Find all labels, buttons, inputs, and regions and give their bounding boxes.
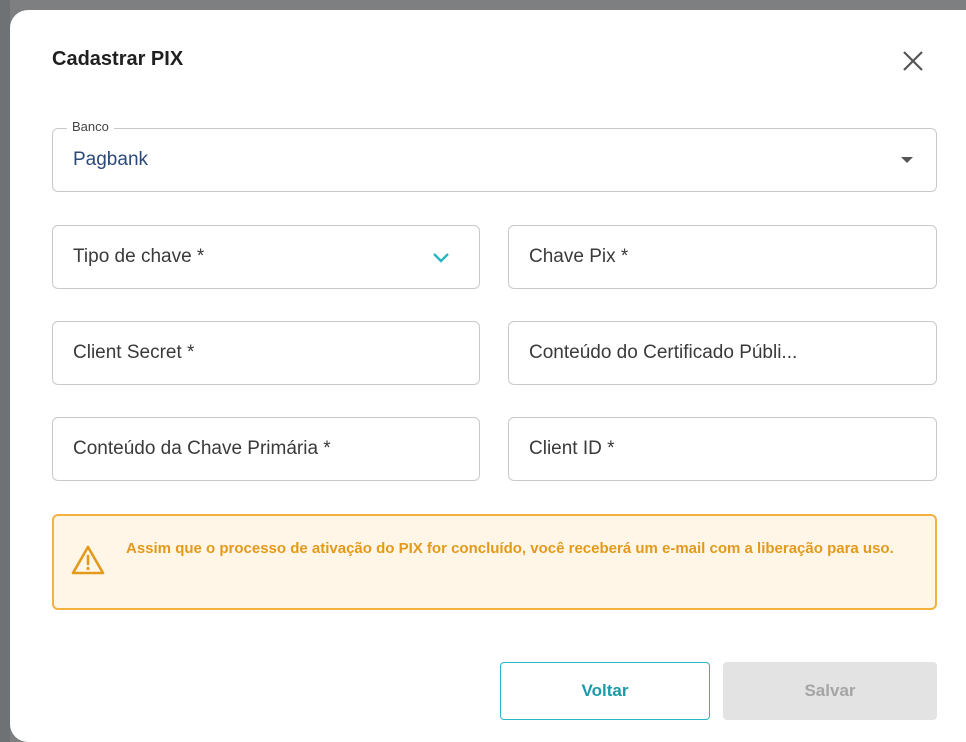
voltar-button[interactable]: Voltar	[500, 662, 710, 720]
background-page-edge	[0, 0, 10, 742]
banco-select[interactable]: Banco Pagbank	[52, 119, 937, 192]
warning-alert-text: Assim que o processo de ativação do PIX …	[126, 540, 894, 557]
caret-down-icon	[901, 157, 913, 163]
client-id-input[interactable]: Client ID *	[508, 417, 937, 481]
close-button[interactable]	[898, 46, 928, 76]
cadastrar-pix-dialog: Cadastrar PIX Banco Pagbank Tipo de chav…	[10, 10, 966, 742]
close-icon	[903, 51, 923, 71]
banco-label: Banco	[67, 119, 114, 134]
tipo-chave-placeholder: Tipo de chave *	[73, 246, 205, 267]
warning-alert: Assim que o processo de ativação do PIX …	[52, 514, 937, 610]
certificado-publico-placeholder: Conteúdo do Certificado Públi...	[529, 342, 798, 363]
client-secret-input[interactable]: Client Secret *	[52, 321, 480, 385]
chave-primaria-placeholder: Conteúdo da Chave Primária *	[73, 438, 331, 459]
dialog-title: Cadastrar PIX	[52, 48, 184, 70]
chave-pix-input[interactable]: Chave Pix *	[508, 225, 937, 289]
banco-value: Pagbank	[73, 149, 149, 170]
client-id-placeholder: Client ID *	[529, 438, 615, 459]
certificado-publico-input[interactable]: Conteúdo do Certificado Públi...	[508, 321, 937, 385]
warning-icon	[71, 545, 105, 575]
chave-pix-placeholder: Chave Pix *	[529, 246, 629, 267]
client-secret-placeholder: Client Secret *	[73, 342, 195, 363]
chevron-down-icon	[433, 253, 449, 263]
salvar-button[interactable]: Salvar	[723, 662, 937, 720]
chave-primaria-input[interactable]: Conteúdo da Chave Primária *	[52, 417, 480, 481]
tipo-chave-select[interactable]: Tipo de chave *	[52, 225, 480, 289]
